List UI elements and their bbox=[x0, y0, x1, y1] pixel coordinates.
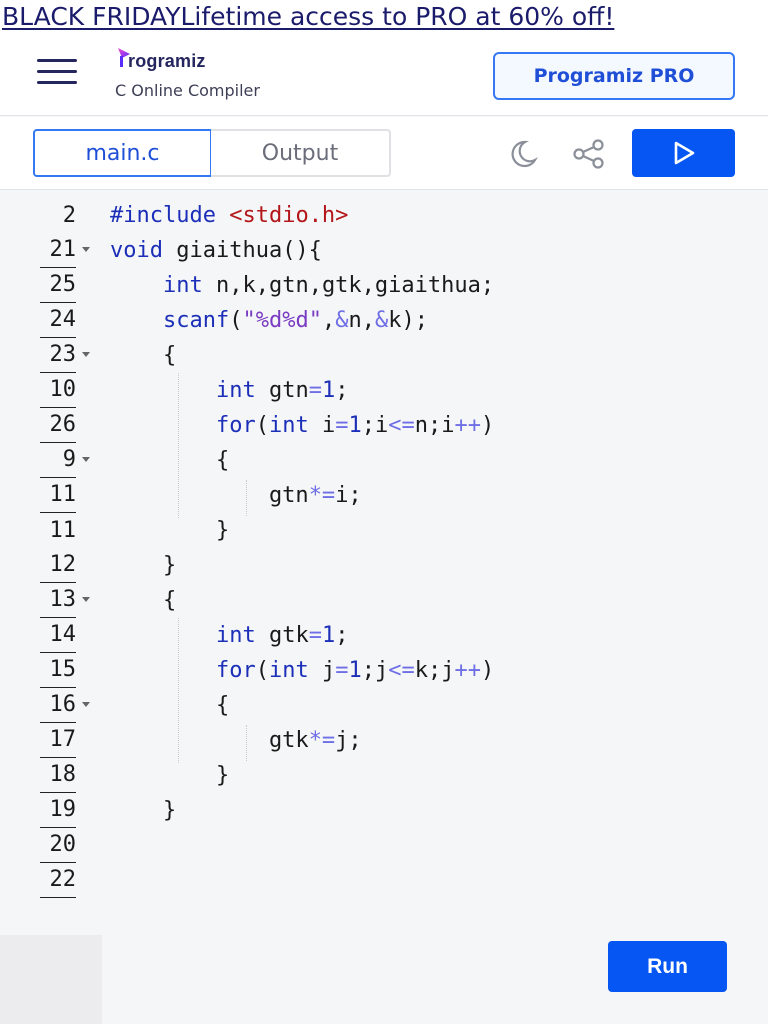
fold-arrow-icon[interactable] bbox=[82, 352, 90, 357]
code-editor[interactable]: 2 #include <stdio.h> 21 void giaithua(){… bbox=[0, 190, 768, 935]
line-number: 22 bbox=[40, 863, 76, 898]
line-number: 25 bbox=[40, 268, 76, 303]
code-text: gtn*=i; bbox=[110, 483, 362, 508]
code-text: { bbox=[110, 693, 230, 718]
line-number: 11 bbox=[49, 518, 77, 543]
share-icon[interactable] bbox=[568, 137, 608, 171]
tab-main-c[interactable]: main.c bbox=[33, 129, 212, 177]
line-number: 10 bbox=[40, 373, 76, 408]
fold-arrow-icon[interactable] bbox=[82, 702, 90, 707]
code-text: { bbox=[110, 448, 230, 473]
code-text: gtk*=j; bbox=[110, 728, 362, 753]
bottom-panel-left bbox=[0, 935, 102, 1024]
code-line[interactable]: 11 gtn*=i; bbox=[0, 478, 768, 513]
code-text: } bbox=[110, 798, 177, 823]
line-number: 13 bbox=[40, 583, 76, 618]
tab-output[interactable]: Output bbox=[211, 129, 391, 177]
code-line[interactable]: 26 for(int i=1;i<=n;i++) bbox=[0, 408, 768, 443]
code-text: void giaithua(){ bbox=[110, 238, 322, 263]
line-number: 18 bbox=[40, 758, 76, 793]
code-line[interactable]: 13 { bbox=[0, 583, 768, 618]
code-line[interactable]: 17 gtk*=j; bbox=[0, 723, 768, 758]
run-button[interactable]: Run bbox=[608, 941, 727, 992]
line-number: 9 bbox=[40, 443, 76, 478]
code-text: { bbox=[110, 588, 177, 613]
moon-icon[interactable] bbox=[502, 137, 542, 171]
code-line[interactable]: 11 } bbox=[0, 513, 768, 548]
code-text: { bbox=[110, 343, 177, 368]
code-text: int gtn=1; bbox=[215, 378, 349, 403]
code-line[interactable]: 10 int gtn=1; bbox=[0, 373, 768, 408]
code-line[interactable]: 20 bbox=[0, 828, 768, 863]
code-line[interactable]: 14 int gtk=1; bbox=[0, 618, 768, 653]
line-number: 21 bbox=[40, 233, 76, 268]
code-text: scanf("%d%d",&n,&k); bbox=[162, 308, 428, 333]
line-number: 20 bbox=[40, 828, 76, 863]
code-line[interactable]: 19 } bbox=[0, 793, 768, 828]
code-line[interactable]: 18 } bbox=[0, 758, 768, 793]
line-number: 12 bbox=[40, 548, 76, 583]
line-number: 24 bbox=[40, 303, 76, 338]
programiz-pro-button[interactable]: Programiz PRO bbox=[493, 52, 735, 100]
line-number: 16 bbox=[40, 688, 76, 723]
header: rogramiz C Online Compiler Programiz PRO bbox=[0, 34, 768, 116]
code-text: for(int i=1;i<=n;i++) bbox=[215, 413, 495, 438]
editor-toolbar: main.c Output bbox=[0, 117, 768, 190]
code-text: } bbox=[110, 518, 230, 543]
line-number: 11 bbox=[40, 478, 76, 513]
line-number: 15 bbox=[40, 653, 76, 688]
line-number: 19 bbox=[40, 793, 76, 828]
code-line[interactable]: 23 { bbox=[0, 338, 768, 373]
code-text: #include <stdio.h> bbox=[110, 203, 349, 228]
code-line[interactable]: 9 { bbox=[0, 443, 768, 478]
code-text: } bbox=[110, 553, 177, 578]
code-line[interactable]: 21 void giaithua(){ bbox=[0, 233, 768, 268]
line-number: 2 bbox=[62, 203, 76, 228]
fold-arrow-icon[interactable] bbox=[82, 457, 90, 462]
line-number: 26 bbox=[40, 408, 76, 443]
fold-arrow-icon[interactable] bbox=[82, 597, 90, 602]
code-line[interactable]: 25 int n,k,gtn,gtk,giaithua; bbox=[0, 268, 768, 303]
promo-banner[interactable]: BLACK FRIDAYLifetime access to PRO at 60… bbox=[0, 0, 768, 34]
code-line[interactable]: 16 { bbox=[0, 688, 768, 723]
menu-icon[interactable] bbox=[37, 59, 79, 85]
page-subtitle: C Online Compiler bbox=[115, 81, 260, 100]
line-number: 23 bbox=[40, 338, 76, 373]
line-number: 17 bbox=[40, 723, 76, 758]
code-text: int gtk=1; bbox=[215, 623, 349, 648]
code-line[interactable]: 12 } bbox=[0, 548, 768, 583]
code-text: for(int j=1;j<=k;j++) bbox=[215, 658, 495, 683]
run-icon-button[interactable] bbox=[632, 129, 735, 177]
code-line[interactable]: 2 #include <stdio.h> bbox=[0, 198, 768, 233]
code-text: } bbox=[110, 763, 230, 788]
fold-arrow-icon[interactable] bbox=[82, 247, 90, 252]
line-number: 14 bbox=[40, 618, 76, 653]
logo-text[interactable]: rogramiz bbox=[128, 51, 206, 72]
code-line[interactable]: 22 bbox=[0, 863, 768, 898]
play-icon bbox=[674, 141, 694, 165]
code-line[interactable]: 15 for(int j=1;j<=k;j++) bbox=[0, 653, 768, 688]
code-line[interactable]: 24 scanf("%d%d",&n,&k); bbox=[0, 303, 768, 338]
code-text: int n,k,gtn,gtk,giaithua; bbox=[162, 273, 495, 298]
